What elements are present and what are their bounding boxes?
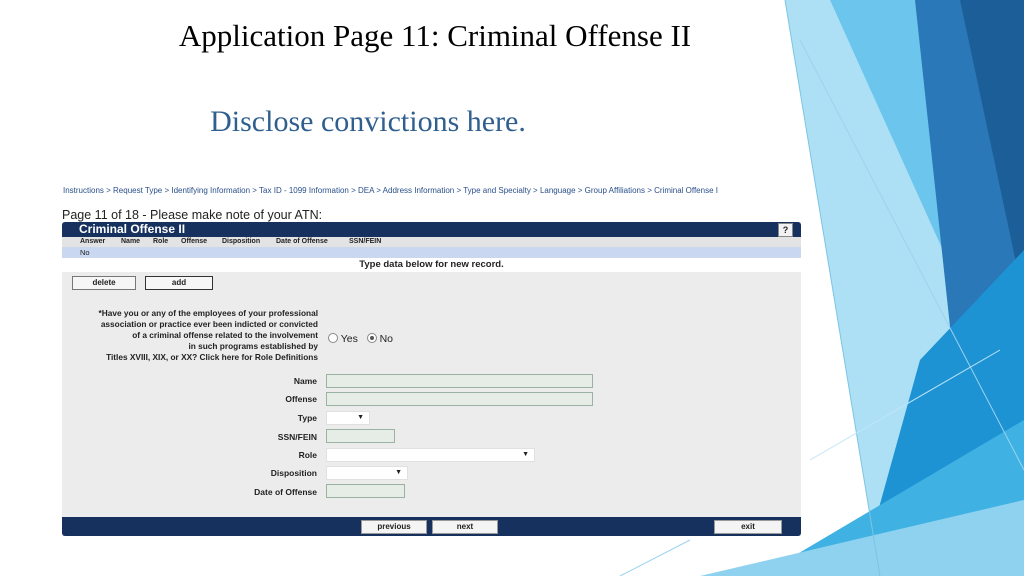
column-role[interactable]: Role	[153, 237, 168, 247]
panel-title: Criminal Offense II	[79, 222, 186, 236]
column-name[interactable]: Name	[121, 237, 140, 247]
no-radio[interactable]	[366, 333, 377, 343]
date-of-offense-label: Date of Offense	[254, 487, 317, 497]
ssn-fein-label: SSN/FEIN	[277, 432, 317, 442]
column-disposition[interactable]: Disposition	[222, 237, 260, 247]
disposition-select[interactable]: ▼	[326, 466, 408, 480]
slide-title: Application Page 11: Criminal Offense II	[178, 18, 692, 53]
slide-subtitle: Disclose convictions here.	[210, 105, 526, 138]
name-field[interactable]	[326, 374, 593, 388]
type-label: Type	[297, 413, 317, 423]
column-ssn-fein[interactable]: SSN/FEIN	[349, 237, 381, 247]
panel-header: Criminal Offense II ?	[62, 222, 801, 237]
help-button[interactable]: ?	[778, 223, 793, 237]
panel-footer: previous next exit	[62, 517, 801, 536]
yes-radio-label: Yes	[340, 333, 358, 345]
role-label: Role	[298, 450, 317, 460]
name-label: Name	[293, 376, 317, 386]
answer-radio-group: Yes No	[328, 333, 393, 345]
exit-button[interactable]: exit	[714, 520, 782, 534]
no-radio-label: No	[379, 333, 393, 345]
previous-button[interactable]: previous	[361, 520, 427, 534]
new-record-banner: Type data below for new record.	[62, 258, 801, 272]
next-button[interactable]: next	[432, 520, 498, 534]
role-definitions-link[interactable]: Titles XVIII, XIX, or XX? Click here for…	[65, 352, 318, 363]
question-line: in such programs established by	[188, 341, 318, 351]
breadcrumb[interactable]: Instructions > Request Type > Identifyin…	[63, 185, 793, 197]
date-of-offense-field[interactable]	[326, 484, 405, 498]
criminal-question-text[interactable]: *Have you or any of the employees of you…	[65, 308, 318, 363]
yes-radio[interactable]	[328, 333, 338, 343]
disposition-label: Disposition	[270, 468, 317, 478]
offense-field[interactable]	[326, 392, 593, 406]
type-select[interactable]: ▼	[326, 411, 370, 425]
chevron-down-icon: ▼	[357, 414, 364, 421]
add-button[interactable]: add	[145, 276, 213, 290]
column-answer[interactable]: Answer	[80, 237, 105, 247]
column-date-of-offense[interactable]: Date of Offense	[276, 237, 328, 247]
question-line: of a criminal offense related to the inv…	[132, 330, 318, 340]
question-line: association or practice ever been indict…	[100, 319, 318, 329]
chevron-down-icon: ▼	[522, 451, 529, 458]
table-row[interactable]: No	[62, 247, 801, 258]
page-note: Page 11 of 18 - Please make note of your…	[62, 208, 323, 222]
criminal-offense-panel: Criminal Offense II ? Answer Name Role O…	[62, 222, 801, 536]
role-select[interactable]: ▼	[326, 448, 535, 462]
ssn-fein-field[interactable]	[326, 429, 395, 443]
question-line: *Have you or any of the employees of you…	[98, 308, 318, 318]
offense-label: Offense	[285, 394, 317, 404]
record-grid-header: Answer Name Role Offense Disposition Dat…	[62, 237, 801, 247]
cell-answer: No	[80, 248, 90, 257]
delete-button[interactable]: delete	[72, 276, 136, 290]
chevron-down-icon: ▼	[395, 469, 402, 476]
column-offense[interactable]: Offense	[181, 237, 207, 247]
